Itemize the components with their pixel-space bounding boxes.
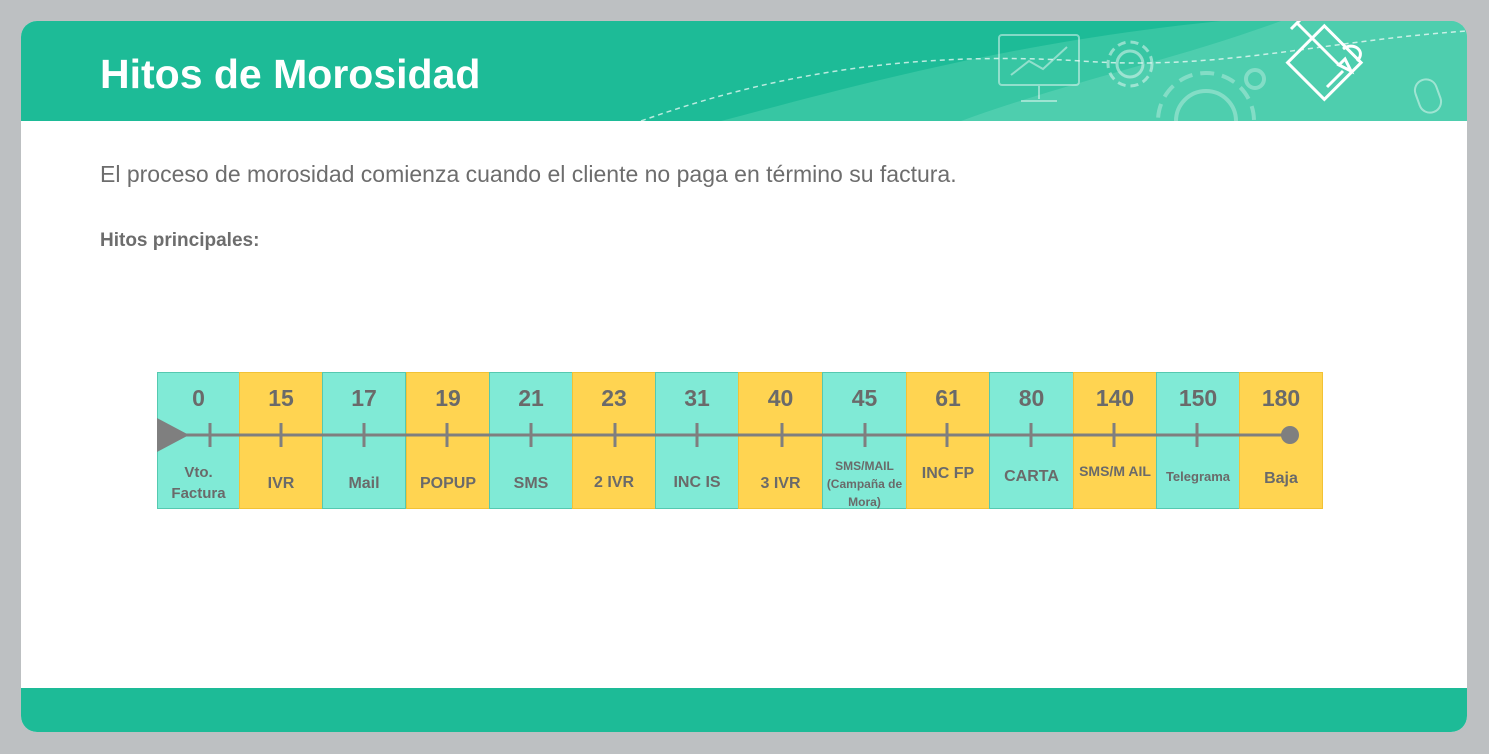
page-title: Hitos de Morosidad [100,51,481,97]
milestone-day: 61 [935,385,961,411]
delinquency-timeline: 0 Vto. Factura 15 IVR 17 Mail 19 POPUP 21 SMS 23 2 … [157,372,1323,511]
milestone-day: 17 [351,385,377,411]
milestone-cell: 150 Telegrama [1156,372,1240,509]
milestone-cell: 80 CARTA [989,372,1074,509]
milestone-cell: 45 SMS/MAIL (Campaña de Mora) [822,372,907,509]
milestone-day: 150 [1178,385,1218,411]
milestone-label: 2 IVR [593,474,634,491]
milestone-cell: 21 SMS [489,372,573,509]
milestone-cell: 17 Mail [322,372,406,509]
header-banner: Hitos de Morosidad [21,21,1467,121]
milestone-label: POPUP [419,475,476,492]
milestone-cell: 15 IVR [239,372,323,509]
milestone-day: 19 [435,385,461,411]
milestone-cell: 61 INC FP [906,372,990,509]
milestone-day: 80 [1018,385,1045,411]
milestone-label: IVR [267,475,295,492]
milestone-day: 140 [1095,385,1135,411]
milestone-day: 23 [601,385,627,411]
milestone-cell: 23 2 IVR [572,372,656,509]
section-subtitle: Hitos principales: [100,230,260,251]
slide: Hitos de Morosidad El proceso de morosid… [21,21,1467,732]
milestone-cell: 19 POPUP [406,372,490,509]
milestone-label: Vto. Factura [171,464,226,502]
intro-text: El proceso de morosidad comienza cuando … [100,161,957,187]
milestone-day: 180 [1261,385,1301,411]
milestone-cell: 0 Vto. Factura [157,372,240,509]
milestone-label: CARTA [1004,468,1059,485]
milestone-label: INC IS [673,474,721,491]
milestone-label: Mail [348,475,380,492]
milestone-day: 40 [767,385,794,411]
milestone-cell: 31 INC IS [655,372,739,509]
milestone-label: INC FP [921,465,975,482]
milestone-cell: 40 3 IVR [738,372,823,509]
milestone-label: Telegrama [1165,469,1231,484]
milestone-label: SMS/M AIL [1079,463,1151,479]
milestone-label: Baja [1264,470,1298,487]
milestone-cell: 140 SMS/M AIL [1073,372,1157,509]
milestone-label: SMS [513,475,549,492]
milestone-day: 45 [851,385,878,411]
milestone-day: 21 [518,385,544,411]
milestone-label: SMS/MAIL (Campaña de Mora) [826,459,903,509]
milestone-cell: 180 Baja [1239,372,1323,509]
footer-bar [21,688,1467,732]
milestone-day: 31 [684,385,710,411]
milestone-day: 0 [192,385,205,411]
milestone-label: 3 IVR [760,475,801,492]
milestone-day: 15 [268,385,294,411]
